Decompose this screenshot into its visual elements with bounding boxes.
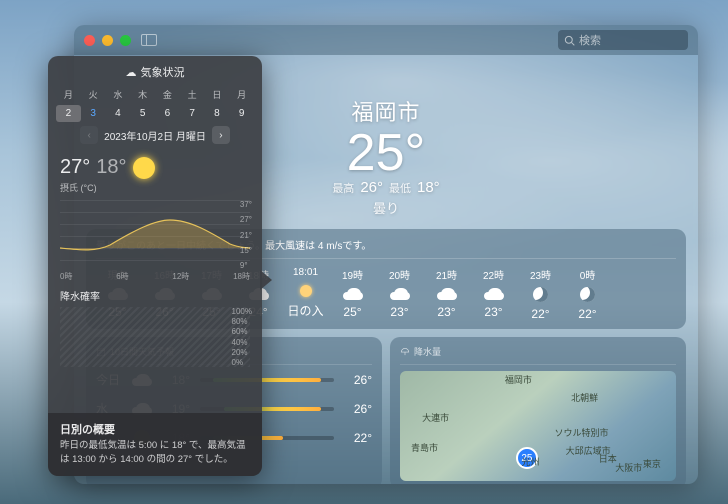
date-cell[interactable]: 6	[155, 105, 180, 122]
detail-hi: 27°	[60, 156, 90, 179]
map-label: ソウル特別市	[555, 426, 609, 439]
date-cell[interactable]: 8	[205, 105, 230, 122]
map-label: 大連市	[422, 411, 449, 424]
unit-label: 摂氏 (°C)	[48, 181, 262, 194]
detail-lo: 18°	[96, 156, 126, 179]
hi-label: 最高	[332, 180, 354, 196]
precip-map[interactable]: 25 北朝鮮大連市ソウル特別市青島市大邱広域市光州東京大阪市日本福岡市	[400, 371, 676, 481]
map-label: 東京	[643, 457, 661, 470]
close-button[interactable]	[84, 35, 95, 46]
precip-header: 降水量	[400, 345, 676, 365]
zoom-button[interactable]	[120, 35, 131, 46]
hour-cell[interactable]: 23時22°	[519, 267, 562, 321]
popover-arrow	[260, 270, 272, 290]
sidebar-toggle-icon[interactable]	[141, 34, 157, 46]
precip-panel: 降水量 25 北朝鮮大連市ソウル特別市青島市大邱広域市光州東京大阪市日本福岡市	[390, 337, 686, 484]
map-label: 大阪市	[615, 461, 642, 474]
detail-temps: 27° 18°	[48, 148, 262, 181]
traffic-lights	[84, 35, 131, 46]
lo-label: 最低	[389, 180, 411, 196]
map-label: 北朝鮮	[571, 391, 598, 404]
search-icon	[564, 35, 575, 46]
cloud-icon: ☁	[126, 66, 137, 79]
precip-prob-label: 降水確率	[48, 288, 262, 303]
lo-temp: 18°	[417, 179, 440, 196]
detail-header: ☁ 気象状況	[48, 56, 262, 84]
minimize-button[interactable]	[102, 35, 113, 46]
map-label: 日本	[599, 452, 617, 465]
date-cell[interactable]: 5	[130, 105, 155, 122]
weekday-row: 月火水木金土日月	[48, 84, 262, 101]
titlebar: 検索	[74, 25, 698, 55]
selected-date: 2023年10月2日 月曜日	[104, 128, 206, 143]
search-placeholder: 検索	[579, 32, 601, 48]
hour-cell[interactable]: 19時25°	[331, 267, 374, 321]
hour-cell[interactable]: 0時22°	[566, 267, 609, 321]
date-row: 23456789	[48, 101, 262, 122]
umbrella-icon	[400, 347, 410, 357]
date-cell[interactable]: 2	[56, 105, 81, 122]
summary-title: 日別の概要	[60, 421, 250, 437]
precip-chart: 100%80%60%40%20%0%	[60, 307, 250, 367]
date-cell[interactable]: 4	[106, 105, 131, 122]
map-label: 福岡市	[505, 373, 532, 386]
sun-icon	[133, 157, 155, 179]
date-cell[interactable]: 9	[229, 105, 254, 122]
date-cell[interactable]: 7	[180, 105, 205, 122]
summary-body: 昨日の最低気温は 5:00 に 18° で、最高気温は 13:00 から 14:…	[60, 439, 250, 466]
prev-day-button[interactable]: ‹	[80, 126, 98, 144]
hi-temp: 26°	[360, 179, 383, 196]
temp-chart: 37°27°21°15°9° 0時 6時 12時 18時	[60, 200, 250, 270]
hour-cell[interactable]: 18:01日の入	[284, 267, 327, 321]
search-field[interactable]: 検索	[558, 30, 688, 50]
hour-cell[interactable]: 21時23°	[425, 267, 468, 321]
hour-cell[interactable]: 22時23°	[472, 267, 515, 321]
next-day-button[interactable]: ›	[212, 126, 230, 144]
date-nav: ‹ 2023年10月2日 月曜日 ›	[48, 122, 262, 148]
map-label: 青島市	[411, 441, 438, 454]
date-cell[interactable]: 3	[81, 105, 106, 122]
hour-cell[interactable]: 20時23°	[378, 267, 421, 321]
daily-summary: 日別の概要 昨日の最低気温は 5:00 に 18° で、最高気温は 13:00 …	[48, 413, 262, 476]
map-label: 光州	[521, 455, 539, 468]
day-detail-popover: ☁ 気象状況 月火水木金土日月 23456789 ‹ 2023年10月2日 月曜…	[48, 56, 262, 476]
